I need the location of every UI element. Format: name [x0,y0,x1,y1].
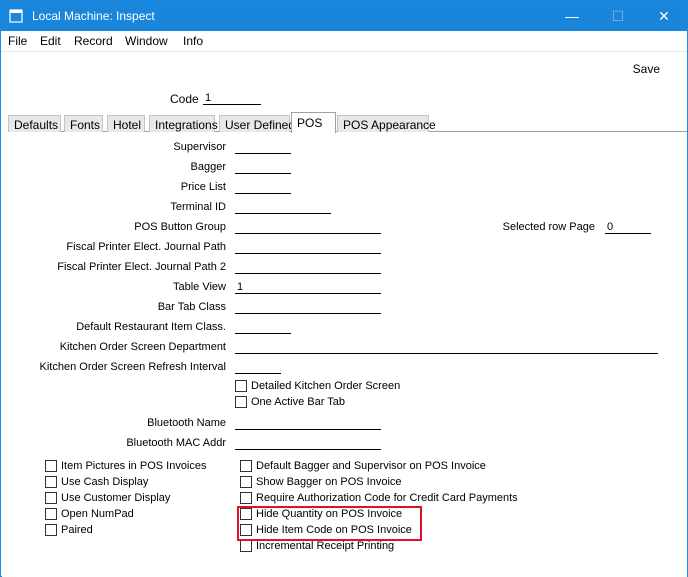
bluetooth-name-field[interactable] [235,418,381,430]
bagger-field[interactable] [235,162,291,174]
highlight-box [237,506,422,541]
kitchen-order-screen-department-field[interactable] [235,342,658,354]
open-numpad-checkbox[interactable] [45,508,57,520]
bar-tab-class-label: Bar Tab Class [157,301,226,313]
main-window: Local Machine: Inspect — ☐ ✕ File Edit R… [0,0,688,577]
paired-checkbox[interactable] [45,524,57,536]
app-window-icon [9,9,23,23]
item-pictures-label: Item Pictures in POS Invoices [61,460,207,472]
bar-tab-class-field[interactable] [235,302,381,314]
detailed-kitchen-order-screen-checkbox[interactable] [235,380,247,392]
tab-user-defined[interactable]: User Defined [219,115,295,132]
use-customer-display-label: Use Customer Display [61,492,171,504]
menu-window[interactable]: Window [125,34,168,48]
require-auth-code-checkbox[interactable] [240,492,252,504]
tab-hotel[interactable]: Hotel [107,115,145,132]
fiscal-journal-path-label: Fiscal Printer Elect. Journal Path [66,241,226,253]
use-cash-display-checkbox[interactable] [45,476,57,488]
tab-integrations[interactable]: Integrations [149,115,218,132]
item-pictures-checkbox[interactable] [45,460,57,472]
fiscal-journal-path2-field[interactable] [235,262,381,274]
table-view-field[interactable]: 1 [235,282,381,294]
menu-file[interactable]: File [8,34,27,48]
menu-record[interactable]: Record [74,34,113,48]
window-title: Local Machine: Inspect [32,9,155,23]
supervisor-label: Supervisor [173,141,226,153]
incremental-receipt-checkbox[interactable] [240,540,252,552]
bluetooth-name-label: Bluetooth Name [147,417,226,429]
menu-info[interactable]: Info [183,34,203,48]
tab-fonts[interactable]: Fonts [64,115,103,132]
bluetooth-mac-label: Bluetooth MAC Addr [126,437,226,449]
pos-button-group-field[interactable] [235,222,381,234]
open-numpad-label: Open NumPad [61,508,134,520]
price-list-field[interactable] [235,182,291,194]
default-restaurant-item-class-label: Default Restaurant Item Class. [76,321,226,333]
selected-row-page-label: Selected row Page [502,221,595,233]
paired-label: Paired [61,524,93,536]
kitchen-order-refresh-field[interactable] [235,362,281,374]
pos-button-group-label: POS Button Group [134,221,226,233]
close-button[interactable]: ✕ [641,1,687,31]
tab-defaults[interactable]: Defaults [8,115,61,132]
tab-pos[interactable]: POS [291,112,336,133]
bluetooth-mac-field[interactable] [235,438,381,450]
default-bagger-supervisor-checkbox[interactable] [240,460,252,472]
title-bar[interactable]: Local Machine: Inspect — ☐ ✕ [1,1,687,31]
menu-bar: File Edit Record Window Info [1,31,687,51]
kitchen-order-screen-department-label: Kitchen Order Screen Department [59,341,226,353]
default-restaurant-item-class-field[interactable] [235,322,291,334]
use-customer-display-checkbox[interactable] [45,492,57,504]
table-view-label: Table View [173,281,226,293]
supervisor-field[interactable] [235,142,291,154]
use-cash-display-label: Use Cash Display [61,476,149,488]
fiscal-journal-path-field[interactable] [235,242,381,254]
kitchen-order-refresh-label: Kitchen Order Screen Refresh Interval [39,361,226,373]
detailed-kitchen-order-screen-label: Detailed Kitchen Order Screen [251,380,401,392]
save-button[interactable]: Save [633,62,660,76]
code-field[interactable]: 1 [203,93,261,105]
terminal-id-label: Terminal ID [170,201,226,213]
show-bagger-checkbox[interactable] [240,476,252,488]
show-bagger-label: Show Bagger on POS Invoice [256,476,402,488]
default-bagger-supervisor-label: Default Bagger and Supervisor on POS Inv… [256,460,486,472]
require-auth-code-label: Require Authorization Code for Credit Ca… [256,492,518,504]
fiscal-journal-path2-label: Fiscal Printer Elect. Journal Path 2 [57,261,226,273]
tab-strip: Defaults Fonts Hotel Integrations User D… [8,112,687,133]
minimize-button[interactable]: — [549,1,595,31]
toolbar: Save [1,51,687,86]
record-content: Code 1 Defaults Fonts Hotel Integrations… [2,87,687,577]
maximize-button[interactable]: ☐ [595,1,641,31]
bagger-label: Bagger [190,161,226,173]
menu-edit[interactable]: Edit [40,34,61,48]
price-list-label: Price List [180,181,226,193]
incremental-receipt-label: Incremental Receipt Printing [256,540,395,552]
terminal-id-field[interactable] [235,202,331,214]
tab-pos-appearance[interactable]: POS Appearance [337,115,436,132]
one-active-bar-tab-label: One Active Bar Tab [251,396,345,408]
code-label: Code [170,92,199,106]
selected-row-page-field[interactable]: 0 [605,222,651,234]
one-active-bar-tab-checkbox[interactable] [235,396,247,408]
